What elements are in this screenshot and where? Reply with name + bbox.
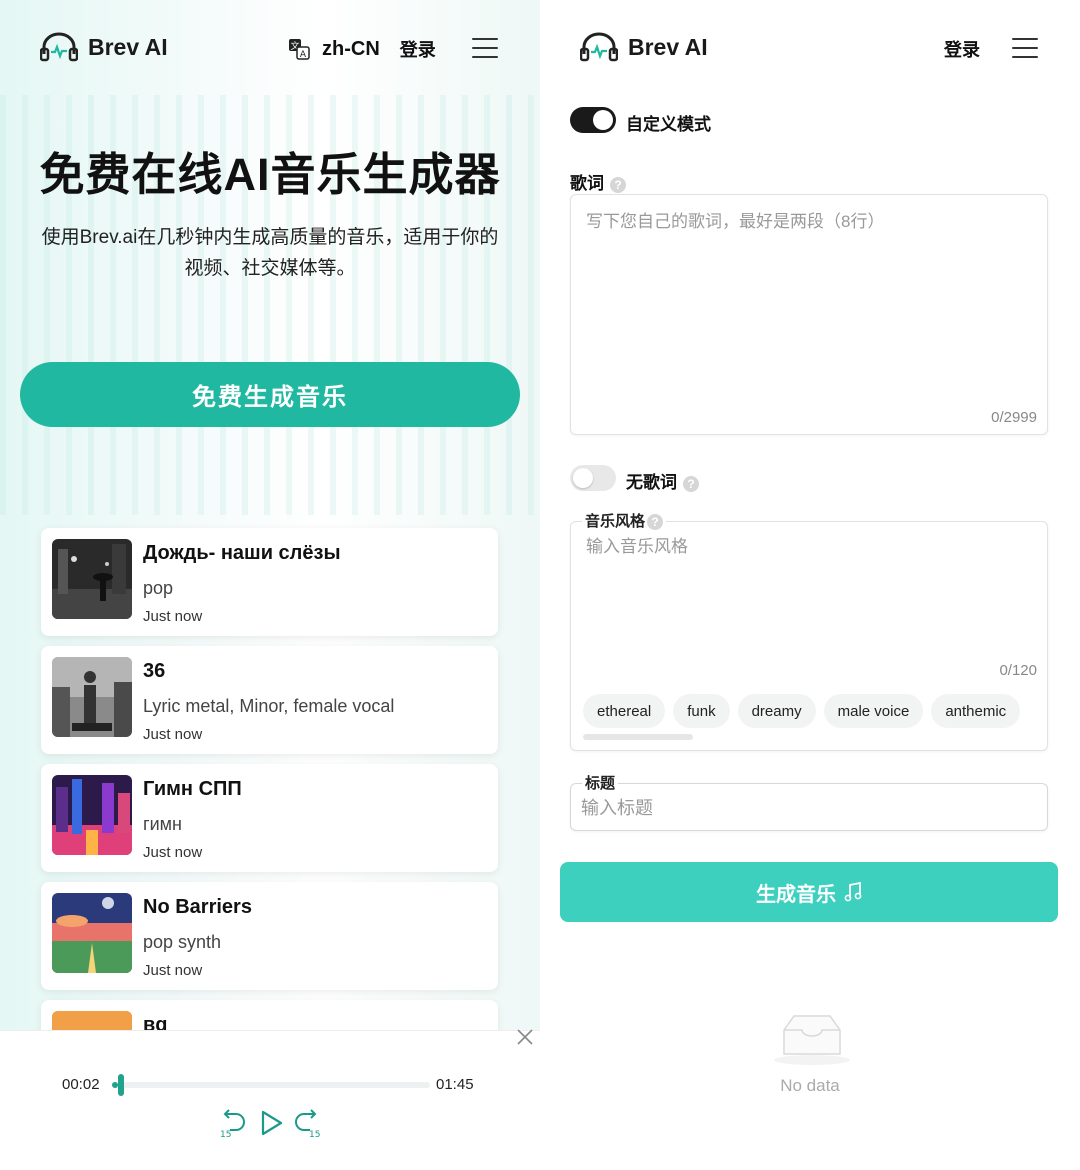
progress-handle[interactable] — [118, 1074, 124, 1096]
song-card[interactable]: 36 Lyric metal, Minor, female vocal Just… — [41, 646, 498, 754]
instrumental-label: 无歌词? — [626, 468, 699, 493]
generate-music-button[interactable]: 生成音乐 — [560, 862, 1058, 922]
custom-mode-label: 自定义模式 — [626, 115, 711, 134]
hero-title: 免费在线AI音乐生成器 — [39, 149, 501, 200]
lyrics-label: 歌词? — [570, 169, 626, 194]
login-link[interactable]: 登录 — [944, 36, 980, 62]
title-label: 标题 — [582, 772, 619, 793]
hamburger-menu-icon[interactable] — [1012, 38, 1038, 58]
language-label: zh-CN — [322, 37, 380, 60]
song-card[interactable]: No Barriers pop synth Just now — [41, 882, 498, 990]
svg-text:A: A — [300, 50, 307, 60]
lyrics-counter: 0/2999 — [991, 409, 1037, 426]
svg-text:15: 15 — [220, 1130, 231, 1138]
hamburger-menu-icon[interactable] — [472, 38, 498, 58]
hero-subtitle-line: 视频、社交媒体等。 — [184, 258, 356, 279]
lyrics-box: 0/2999 — [570, 194, 1048, 435]
song-time: Just now — [143, 608, 203, 625]
song-title: Дождь- наши слёзы — [143, 542, 341, 564]
empty-inbox-icon — [774, 1015, 850, 1065]
style-tag[interactable]: male voice — [823, 694, 924, 728]
hero-subtitle-line: 使用Brev.ai在几秒钟内生成高质量的音乐，适用于你的 — [41, 227, 499, 248]
title-box — [570, 783, 1048, 831]
login-link[interactable]: 登录 — [400, 36, 436, 62]
music-note-icon — [844, 882, 862, 902]
close-player-icon[interactable] — [515, 1027, 535, 1047]
instrumental-label-text: 无歌词 — [626, 473, 677, 492]
style-box: 0/120 ethereal funk dreamy male voice an… — [570, 521, 1048, 751]
song-card[interactable]: Дождь- наши слёзы pop Just now — [41, 528, 498, 636]
forward-15-icon[interactable]: 15 — [294, 1108, 324, 1138]
custom-mode-toggle[interactable] — [570, 107, 616, 133]
help-icon[interactable]: ? — [610, 176, 626, 193]
style-label: 音乐风格? — [582, 510, 667, 531]
brand-logo[interactable]: Brev AI — [580, 32, 708, 62]
song-cover-image — [52, 775, 132, 855]
right-panel: Brev AI 登录 自定义模式 歌词? 0/2999 无歌词? 0/120 e… — [540, 0, 1080, 1170]
total-time: 01:45 — [436, 1076, 474, 1093]
song-time: Just now — [143, 726, 203, 743]
brand-logo[interactable]: Brev AI — [40, 32, 168, 62]
instrumental-toggle[interactable] — [570, 465, 616, 491]
headphones-icon — [40, 32, 78, 62]
help-icon[interactable]: ? — [647, 514, 664, 531]
song-cover-image — [52, 539, 132, 619]
song-style: pop — [143, 578, 174, 598]
song-cover-image — [52, 893, 132, 973]
song-title: No Barriers — [143, 896, 252, 918]
song-cover-image — [52, 657, 132, 737]
song-card[interactable]: Гимн СПП гимн Just now — [41, 764, 498, 872]
style-label-text: 音乐风格 — [585, 513, 646, 530]
play-icon[interactable] — [256, 1108, 286, 1138]
song-style: pop synth — [143, 932, 222, 952]
left-panel: Brev AI 文 A zh-CN 登录 免费在线AI音乐生成器 使用Brev.… — [0, 0, 540, 1170]
svg-text:15: 15 — [309, 1130, 320, 1138]
help-icon[interactable]: ? — [683, 475, 699, 492]
lyrics-label-text: 歌词 — [570, 174, 604, 193]
audio-player — [0, 1030, 540, 1170]
style-tag[interactable]: anthemic — [931, 694, 1021, 728]
style-tags: ethereal funk dreamy male voice anthemic — [583, 694, 1021, 728]
song-style: Lyric metal, Minor, female vocal — [143, 696, 395, 716]
style-input[interactable] — [586, 534, 1034, 560]
brand-name: Brev AI — [628, 33, 708, 60]
song-title: 36 — [143, 660, 166, 682]
title-input[interactable] — [581, 795, 1036, 821]
translate-icon: 文 A — [289, 39, 310, 60]
generate-music-label: 生成音乐 — [756, 883, 836, 906]
style-tag[interactable]: dreamy — [737, 694, 816, 728]
no-data-text: No data — [780, 1076, 840, 1095]
progress-bar[interactable] — [112, 1082, 430, 1088]
song-time: Just now — [143, 962, 203, 979]
hero-subtitle: 使用Brev.ai在几秒钟内生成高质量的音乐，适用于你的 视频、社交媒体等。 — [22, 222, 518, 284]
brand-name: Brev AI — [88, 33, 168, 60]
language-switcher[interactable]: 文 A zh-CN 登录 — [288, 36, 436, 62]
tags-scrollbar[interactable] — [583, 734, 693, 740]
style-tag[interactable]: ethereal — [583, 694, 666, 728]
song-title: Гимн СПП — [143, 778, 242, 800]
song-list: Дождь- наши слёзы pop Just now 36 Lyric … — [30, 510, 520, 1035]
headphones-icon — [580, 32, 618, 62]
song-style: гимн — [143, 814, 182, 834]
lyrics-input[interactable] — [586, 207, 1034, 397]
current-time: 00:02 — [62, 1076, 100, 1093]
rewind-15-icon[interactable]: 15 — [216, 1108, 246, 1138]
generate-music-free-button[interactable]: 免费生成音乐 — [20, 362, 520, 427]
style-tag[interactable]: funk — [673, 694, 730, 728]
song-time: Just now — [143, 844, 203, 861]
style-counter: 0/120 — [999, 662, 1037, 679]
